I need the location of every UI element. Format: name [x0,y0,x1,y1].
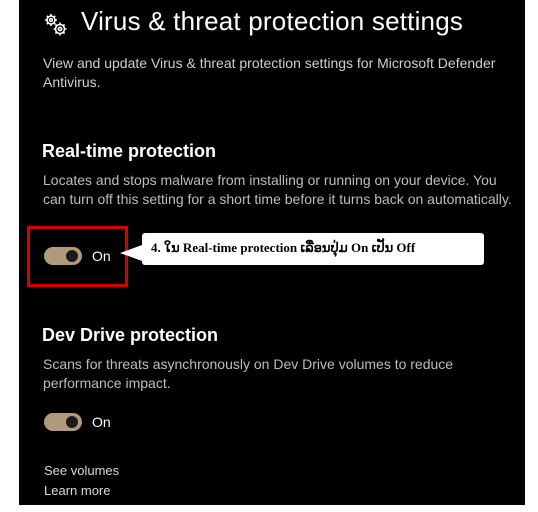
highlight-box [27,226,128,287]
devdrive-toggle-state: On [92,414,111,430]
callout-pointer [120,245,142,261]
instruction-callout: 4. ໃນ Real-time protection ເລື່ອນປຸ່ມ On… [142,233,484,265]
page-title: Virus & threat protection settings [81,6,464,36]
learn-more-link[interactable]: Learn more [44,483,110,498]
page-description: View and update Virus & threat protectio… [43,55,496,90]
toggle-knob [66,416,78,428]
devdrive-heading: Dev Drive protection [42,325,219,345]
realtime-heading: Real-time protection [42,141,217,161]
devdrive-description: Scans for threats asynchronously on Dev … [43,356,454,391]
devdrive-toggle[interactable] [44,413,82,431]
see-volumes-link[interactable]: See volumes [44,463,119,478]
realtime-description: Locates and stops malware from installin… [43,172,512,207]
gear-icon [45,14,67,36]
